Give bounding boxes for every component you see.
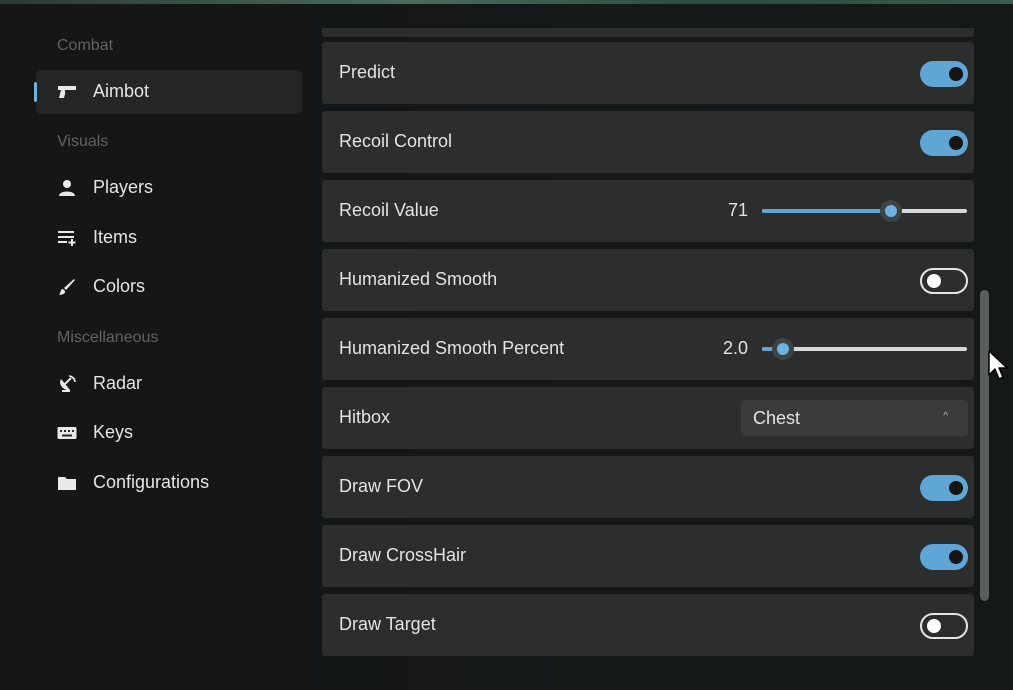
toggle-knob xyxy=(949,67,963,81)
menu-window: Combat Aimbot Visuals Players Items Colo… xyxy=(0,4,1013,690)
sidebar-item-keys[interactable]: Keys xyxy=(36,411,302,455)
section-label-combat: Combat xyxy=(57,37,114,54)
settings-row-recoil-control: Recoil Control xyxy=(322,111,974,173)
sidebar-item-configurations[interactable]: Configurations xyxy=(36,461,302,505)
toggle-knob xyxy=(927,274,941,288)
slider-thumb-dot xyxy=(776,343,789,355)
dropdown-value: Chest xyxy=(753,408,801,428)
humanized-smooth-percent-readout: 2.0 xyxy=(722,338,748,358)
keyboard-icon xyxy=(56,423,78,443)
slider-thumb-dot xyxy=(885,205,898,217)
settings-panel: Predict Recoil Control Recoil Value 71 H… xyxy=(322,4,974,690)
settings-row-predict: Predict xyxy=(322,42,974,104)
section-label-visuals: Visuals xyxy=(57,133,109,150)
setting-label: Predict xyxy=(339,62,396,82)
mouse-cursor-icon xyxy=(988,350,1008,387)
sidebar-item-colors[interactable]: Colors xyxy=(36,265,302,309)
toggle-knob xyxy=(949,481,963,495)
settings-row-hitbox: Hitbox Chest ^ xyxy=(322,387,974,449)
toggle-knob xyxy=(949,136,963,150)
active-indicator xyxy=(34,82,37,102)
setting-label: Draw FOV xyxy=(339,476,424,496)
slider-thumb[interactable] xyxy=(880,200,903,222)
humanized-smooth-toggle[interactable] xyxy=(920,268,968,294)
sidebar-item-label: Configurations xyxy=(93,472,210,492)
sidebar-item-aimbot[interactable]: Aimbot xyxy=(34,70,302,114)
folder-icon xyxy=(56,473,78,493)
sidebar-item-label: Players xyxy=(93,177,154,197)
settings-row-humanized-smooth-percent: Humanized Smooth Percent 2.0 xyxy=(322,318,974,380)
setting-label: Recoil Control xyxy=(339,131,453,151)
brush-icon xyxy=(56,277,78,297)
slider-thumb[interactable] xyxy=(771,338,794,360)
settings-row-recoil-value: Recoil Value 71 xyxy=(322,180,974,242)
sidebar-item-label: Keys xyxy=(93,422,134,442)
hitbox-dropdown[interactable]: Chest ^ xyxy=(741,400,968,436)
gun-icon xyxy=(56,82,78,102)
settings-row-humanized-smooth: Humanized Smooth xyxy=(322,249,974,311)
settings-row-draw-target: Draw Target xyxy=(322,594,974,656)
recoil-value-slider[interactable] xyxy=(762,200,967,222)
sidebar: Combat Aimbot Visuals Players Items Colo… xyxy=(0,4,312,690)
sidebar-item-label: Aimbot xyxy=(93,81,150,101)
person-icon xyxy=(56,178,78,198)
setting-label: Humanized Smooth xyxy=(339,269,498,289)
draw-fov-toggle[interactable] xyxy=(920,475,968,501)
recoil-control-toggle[interactable] xyxy=(920,130,968,156)
app-window: Combat Aimbot Visuals Players Items Colo… xyxy=(0,0,1013,690)
settings-row-partial xyxy=(322,28,974,37)
settings-row-draw-fov: Draw FOV xyxy=(322,456,974,518)
sidebar-item-label: Items xyxy=(93,227,138,247)
setting-label: Draw Target xyxy=(339,614,436,634)
settings-row-draw-crosshair: Draw CrossHair xyxy=(322,525,974,587)
setting-label: Recoil Value xyxy=(339,200,439,220)
setting-label: Hitbox xyxy=(339,407,391,427)
recoil-value-readout: 71 xyxy=(727,200,748,220)
satellite-dish-icon xyxy=(56,374,78,394)
humanized-smooth-percent-slider[interactable] xyxy=(762,338,967,360)
sidebar-item-items[interactable]: Items xyxy=(36,216,302,260)
predict-toggle[interactable] xyxy=(920,61,968,87)
setting-label: Humanized Smooth Percent xyxy=(339,338,565,358)
section-label-miscellaneous: Miscellaneous xyxy=(57,329,159,346)
caret-up-icon: ^ xyxy=(943,411,948,422)
sidebar-item-label: Radar xyxy=(93,373,143,393)
scrollbar-thumb[interactable] xyxy=(980,290,989,601)
toggle-knob xyxy=(927,619,941,633)
sidebar-item-players[interactable]: Players xyxy=(36,166,302,210)
list-add-icon xyxy=(56,228,78,248)
sidebar-item-radar[interactable]: Radar xyxy=(36,362,302,406)
slider-fill xyxy=(762,209,892,213)
toggle-knob xyxy=(949,550,963,564)
sidebar-item-label: Colors xyxy=(93,276,146,296)
setting-label: Draw CrossHair xyxy=(339,545,467,565)
draw-crosshair-toggle[interactable] xyxy=(920,544,968,570)
draw-target-toggle[interactable] xyxy=(920,613,968,639)
